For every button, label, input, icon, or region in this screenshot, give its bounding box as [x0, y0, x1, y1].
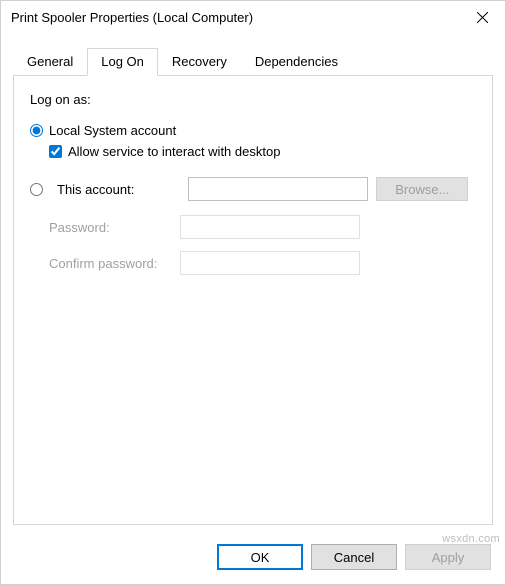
logon-as-label: Log on as:	[30, 92, 476, 107]
account-input[interactable]	[188, 177, 368, 201]
tab-log-on[interactable]: Log On	[87, 48, 158, 76]
tab-strip: General Log On Recovery Dependencies	[13, 47, 493, 75]
password-input	[180, 215, 360, 239]
password-row: Password:	[30, 215, 476, 239]
tab-dependencies[interactable]: Dependencies	[241, 48, 352, 76]
this-account-radio[interactable]	[30, 183, 43, 196]
close-icon	[477, 12, 488, 23]
local-system-row: Local System account	[30, 123, 476, 138]
cancel-button[interactable]: Cancel	[311, 544, 397, 570]
confirm-password-input	[180, 251, 360, 275]
interact-desktop-row: Allow service to interact with desktop	[49, 144, 476, 159]
tab-recovery[interactable]: Recovery	[158, 48, 241, 76]
ok-button[interactable]: OK	[217, 544, 303, 570]
tab-container: General Log On Recovery Dependencies Log…	[13, 47, 493, 525]
close-button[interactable]	[459, 1, 505, 33]
confirm-password-label: Confirm password:	[30, 256, 180, 271]
apply-button: Apply	[405, 544, 491, 570]
titlebar: Print Spooler Properties (Local Computer…	[1, 1, 505, 33]
password-label: Password:	[30, 220, 180, 235]
tab-panel-log-on: Log on as: Local System account Allow se…	[13, 75, 493, 525]
properties-dialog: Print Spooler Properties (Local Computer…	[0, 0, 506, 585]
dialog-footer: OK Cancel Apply	[1, 534, 505, 584]
tab-general[interactable]: General	[13, 48, 87, 76]
browse-button: Browse...	[376, 177, 468, 201]
this-account-row: This account: Browse...	[30, 177, 476, 201]
local-system-radio[interactable]	[30, 124, 43, 137]
local-system-label: Local System account	[49, 123, 176, 138]
confirm-password-row: Confirm password:	[30, 251, 476, 275]
interact-desktop-checkbox[interactable]	[49, 145, 62, 158]
watermark: wsxdn.com	[442, 533, 500, 545]
interact-desktop-label: Allow service to interact with desktop	[68, 144, 280, 159]
this-account-label: This account:	[57, 182, 134, 197]
window-title: Print Spooler Properties (Local Computer…	[11, 10, 459, 25]
